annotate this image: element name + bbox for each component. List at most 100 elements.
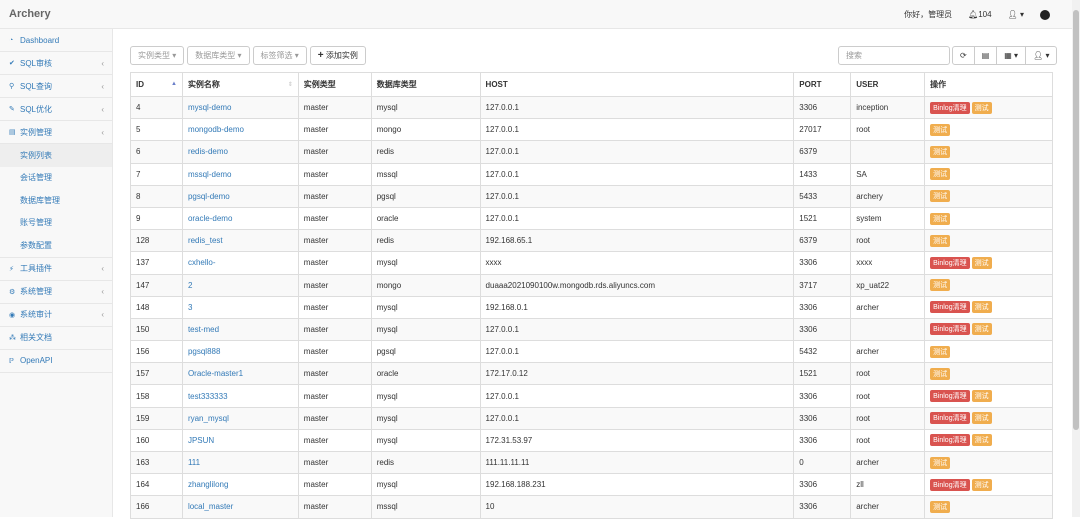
instance-link[interactable]: pgsql-demo [188,192,230,201]
id-cell: 8 [130,184,183,208]
binlog-clean-button[interactable]: Binlog清理 [930,478,970,491]
column-header[interactable]: 实例名称 ⇕ [181,72,299,97]
sidebar-item[interactable]: ✔ SQL审核 ‹ [0,52,112,75]
db-type-filter[interactable]: 数据库类型 ▾ [187,46,250,65]
app-title[interactable]: Archery [9,8,51,20]
tag-filter[interactable]: 标签筛选 ▾ [252,46,307,65]
test-button[interactable]: 测试 [971,301,992,314]
column-header[interactable]: 实例类型 [297,72,372,97]
test-button[interactable]: 测试 [971,101,992,114]
sidebar-item[interactable]: ⚲ SQL查询 ‹ [0,75,112,98]
instance-link[interactable]: zhanglilong [188,480,228,489]
columns-button[interactable]: ▦ ▾ [996,46,1027,65]
name-cell: pgsql-demo [181,184,299,208]
column-header[interactable]: USER [850,72,926,97]
test-button[interactable]: 测试 [930,212,951,225]
test-button[interactable]: 测试 [971,390,992,403]
id-cell: 148 [130,295,183,319]
instance-link[interactable]: test333333 [188,392,228,401]
test-button[interactable]: 测试 [971,323,992,336]
port-cell: 3306 [793,295,852,319]
instance-link[interactable]: 111 [188,458,200,467]
sidebar-item[interactable]: ⁂ 相关文档 [0,327,112,350]
sidebar-item[interactable]: ⚡ 工具插件 ‹ [0,258,112,281]
sidebar-item[interactable]: ◉ 系统审计 ‹ [0,304,112,327]
page-scrollbar[interactable] [1072,0,1080,517]
test-button[interactable]: 测试 [971,256,992,269]
instance-link[interactable]: mssql-demo [188,170,232,179]
sidebar-subitem[interactable]: 账号管理 [0,212,112,235]
github-icon[interactable] [1040,9,1050,20]
sidebar-item[interactable]: ◔ Dashboard [0,29,112,52]
column-header[interactable]: ID ▲ [130,72,183,97]
chevron-left-icon: ‹ [101,310,104,319]
type-cell: master [297,406,372,430]
instance-type-filter[interactable]: 实例类型 ▾ [130,46,185,65]
host-cell: 127.0.0.1 [479,317,795,342]
id-cell: 156 [130,340,183,364]
instance-link[interactable]: JPSUN [188,436,214,445]
test-button[interactable]: 测试 [930,279,951,292]
instance-link[interactable]: oracle-demo [188,214,232,223]
type-cell: master [297,251,372,275]
test-button[interactable]: 测试 [971,412,992,425]
name-cell: mssql-demo [181,162,299,186]
binlog-clean-button[interactable]: Binlog清理 [930,434,970,447]
columns-icon: ▦ [1004,51,1012,60]
binlog-clean-button[interactable]: Binlog清理 [930,323,970,336]
table-row: 163 111 master redis 111.11.11.11 0 arch… [130,450,1053,475]
instance-link[interactable]: test-med [188,325,219,334]
instance-link[interactable]: redis-demo [188,147,228,156]
binlog-clean-button[interactable]: Binlog清理 [930,301,970,314]
instance-link[interactable]: ryan_mysql [188,414,229,423]
user-menu-button[interactable]: 👤︎ ▾ [1008,10,1024,19]
instance-link[interactable]: 2 [188,281,192,290]
binlog-clean-button[interactable]: Binlog清理 [930,412,970,425]
add-instance-button[interactable]: + 添加实例 [309,46,366,65]
sidebar-item[interactable]: ℙ OpenAPI [0,350,112,373]
instance-link[interactable]: pgsql888 [188,347,220,356]
sidebar-item[interactable]: ✎ SQL优化 ‹ [0,98,112,121]
test-button[interactable]: 测试 [930,190,951,203]
instance-link[interactable]: mongodb-demo [188,125,244,134]
test-button[interactable]: 测试 [971,434,992,447]
refresh-button[interactable]: ⟳ [952,46,975,65]
sidebar-subitem[interactable]: 实例列表 [0,144,112,167]
scrollbar-thumb[interactable] [1073,10,1079,430]
sidebar-item[interactable]: ⚙ 系统管理 ‹ [0,281,112,304]
sidebar-item[interactable]: ▤ 实例管理 ‹ [0,121,112,144]
host-cell: 172.17.0.12 [479,362,795,386]
column-header[interactable]: PORT [793,72,852,97]
binlog-clean-button[interactable]: Binlog清理 [930,390,970,403]
binlog-clean-button[interactable]: Binlog清理 [930,101,970,114]
notifications-button[interactable]: 🔔︎104 [968,10,992,19]
binlog-clean-button[interactable]: Binlog清理 [930,256,970,269]
test-button[interactable]: 测试 [930,123,951,136]
toggle-view-button[interactable]: ▤ [973,46,998,65]
sidebar-subitem[interactable]: 数据库管理 [0,189,112,212]
test-button[interactable]: 测试 [930,234,951,247]
column-header[interactable]: 数据库类型 [370,72,481,97]
export-button[interactable]: 👤︎ ▾ [1025,46,1058,65]
test-button[interactable]: 测试 [930,145,951,158]
instance-link[interactable]: redis_test [188,236,223,245]
test-button[interactable]: 测试 [930,500,951,513]
name-cell: cxhello- [181,251,299,275]
instance-link[interactable]: local_master [188,502,233,511]
test-button[interactable]: 测试 [930,168,951,181]
sidebar-subitem[interactable]: 参数配置 [0,234,112,257]
instance-link[interactable]: mysql-demo [188,103,232,112]
test-button[interactable]: 测试 [930,345,951,358]
sort-icon: ⇕ [287,82,293,88]
sidebar-subitem[interactable]: 会话管理 [0,167,112,190]
id-cell: 137 [130,251,183,275]
search-input[interactable]: 搜索 [838,46,950,65]
instance-link[interactable]: cxhello- [188,258,216,267]
column-header[interactable]: HOST [479,72,795,97]
instance-link[interactable]: 3 [188,303,192,312]
test-button[interactable]: 测试 [930,367,951,380]
name-cell: redis_test [181,229,299,253]
test-button[interactable]: 测试 [930,456,951,469]
instance-link[interactable]: Oracle-master1 [188,369,243,378]
test-button[interactable]: 测试 [971,478,992,491]
